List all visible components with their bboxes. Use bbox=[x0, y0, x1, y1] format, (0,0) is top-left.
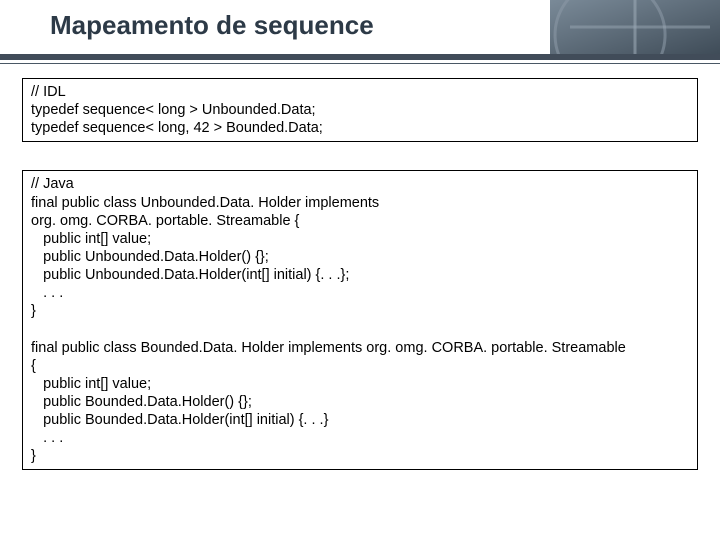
page-title: Mapeamento de sequence bbox=[50, 10, 374, 41]
header-divider bbox=[0, 63, 720, 64]
idl-code-box: // IDL typedef sequence< long > Unbounde… bbox=[22, 78, 698, 142]
slide-content: // IDL typedef sequence< long > Unbounde… bbox=[0, 60, 720, 470]
slide-header: Mapeamento de sequence bbox=[0, 0, 720, 60]
java-code-box: // Java final public class Unbounded.Dat… bbox=[22, 170, 698, 470]
header-logo-decoration bbox=[550, 0, 720, 54]
